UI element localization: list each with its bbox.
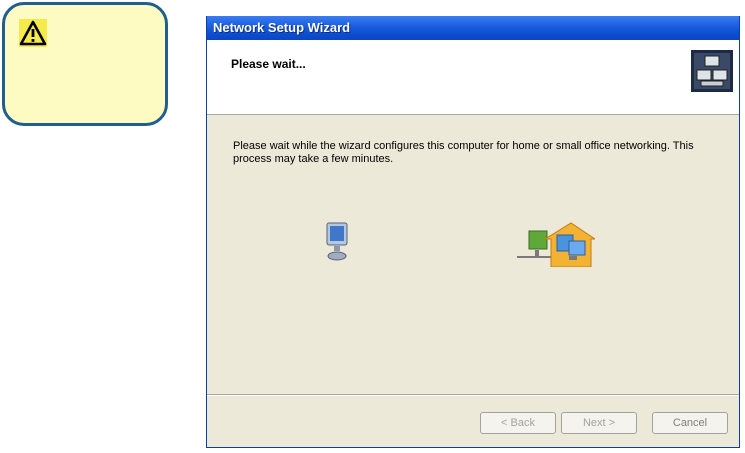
warning-icon — [19, 19, 47, 47]
footer-divider — [207, 394, 739, 396]
status-message: Please wait while the wizard configures … — [233, 140, 694, 165]
wizard-window: Network Setup Wizard Please wait... Plea… — [206, 16, 740, 448]
cancel-button[interactable]: Cancel — [652, 412, 728, 434]
computer-icon — [326, 222, 348, 261]
next-button[interactable]: Next > — [561, 412, 637, 434]
back-button[interactable]: < Back — [480, 412, 556, 434]
window-titlebar[interactable]: Network Setup Wizard — [207, 16, 739, 40]
home-network-icon — [517, 222, 595, 267]
page-heading: Please wait... — [231, 57, 306, 71]
network-wizard-icon — [691, 50, 733, 92]
window-title: Network Setup Wizard — [213, 20, 351, 35]
warning-callout — [2, 2, 168, 126]
wizard-header: Please wait... — [207, 40, 739, 115]
